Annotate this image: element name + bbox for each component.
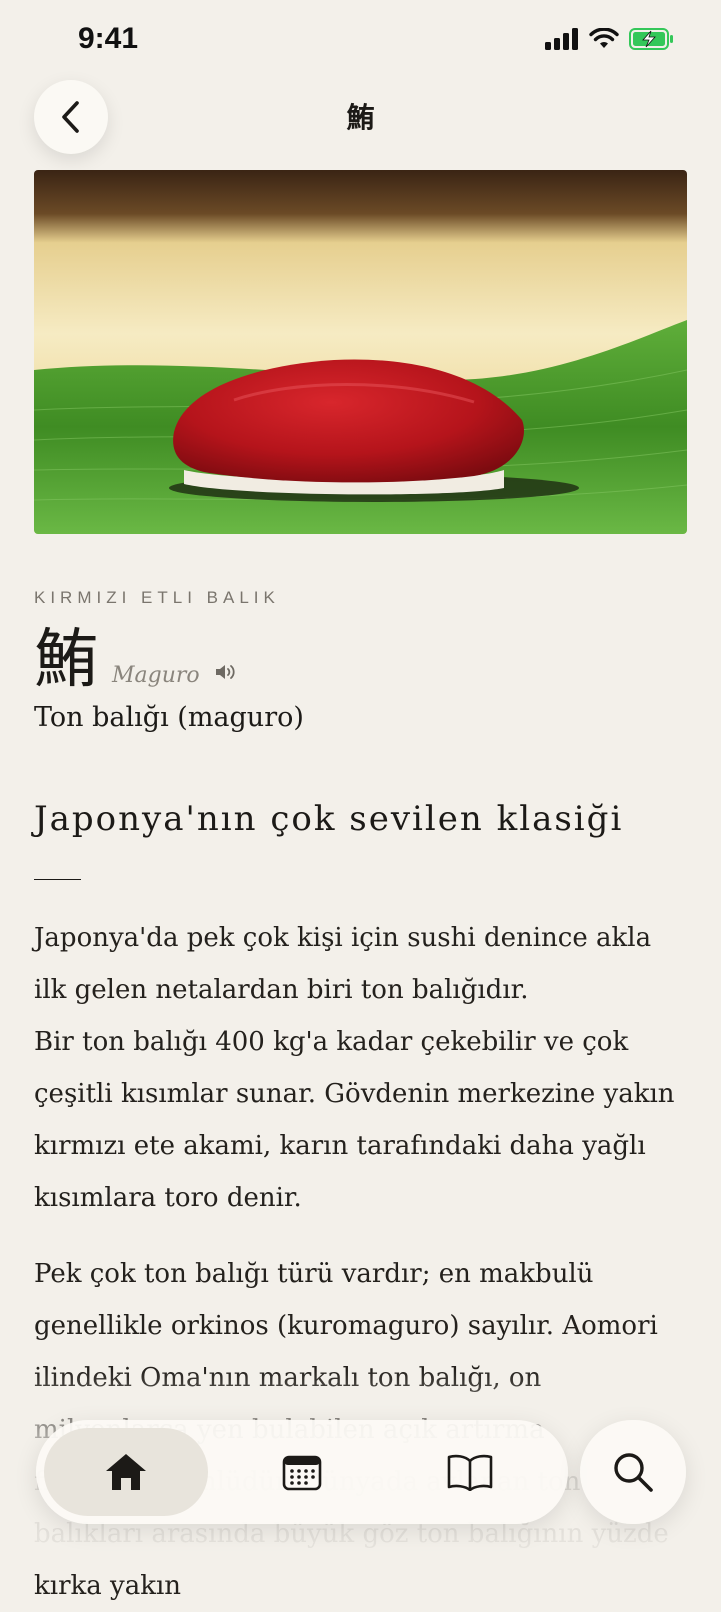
search-button[interactable]: [580, 1420, 686, 1524]
sushi-photo: [34, 170, 687, 534]
tab-bar: [36, 1420, 568, 1524]
tab-home[interactable]: [44, 1428, 208, 1516]
fish-name: Ton balığı (maguro): [34, 702, 304, 733]
home-icon: [106, 1454, 146, 1490]
nav-bar: 鮪: [0, 80, 721, 156]
calendar-icon: [282, 1455, 322, 1491]
fish-kanji: 鮪: [34, 623, 98, 697]
paragraph: Japonya'da pek çok kişi için sushi denin…: [34, 923, 675, 1213]
search-icon: [614, 1453, 653, 1492]
title-row: 鮪 Maguro: [34, 622, 687, 692]
battery-charging-icon: [629, 28, 673, 50]
status-icons: [545, 28, 675, 50]
fish-romaji: Maguro: [112, 663, 200, 688]
cellular-signal-icon: [545, 28, 578, 50]
divider: [34, 879, 81, 880]
nav-title: 鮪: [346, 101, 375, 134]
section-heading: Japonya'nın çok sevilen klasiği: [34, 799, 624, 839]
status-time: 9:41: [78, 22, 139, 55]
category-label: KIRMIZI ETLI BALIK: [34, 588, 280, 607]
book-icon: [447, 1454, 493, 1491]
status-bar: 9:41: [0, 0, 721, 80]
sushi-illustration: [34, 170, 687, 534]
tab-book[interactable]: [388, 1428, 552, 1516]
tab-calendar[interactable]: [220, 1428, 384, 1516]
speaker-icon[interactable]: [214, 662, 238, 686]
wifi-icon: [589, 28, 619, 48]
